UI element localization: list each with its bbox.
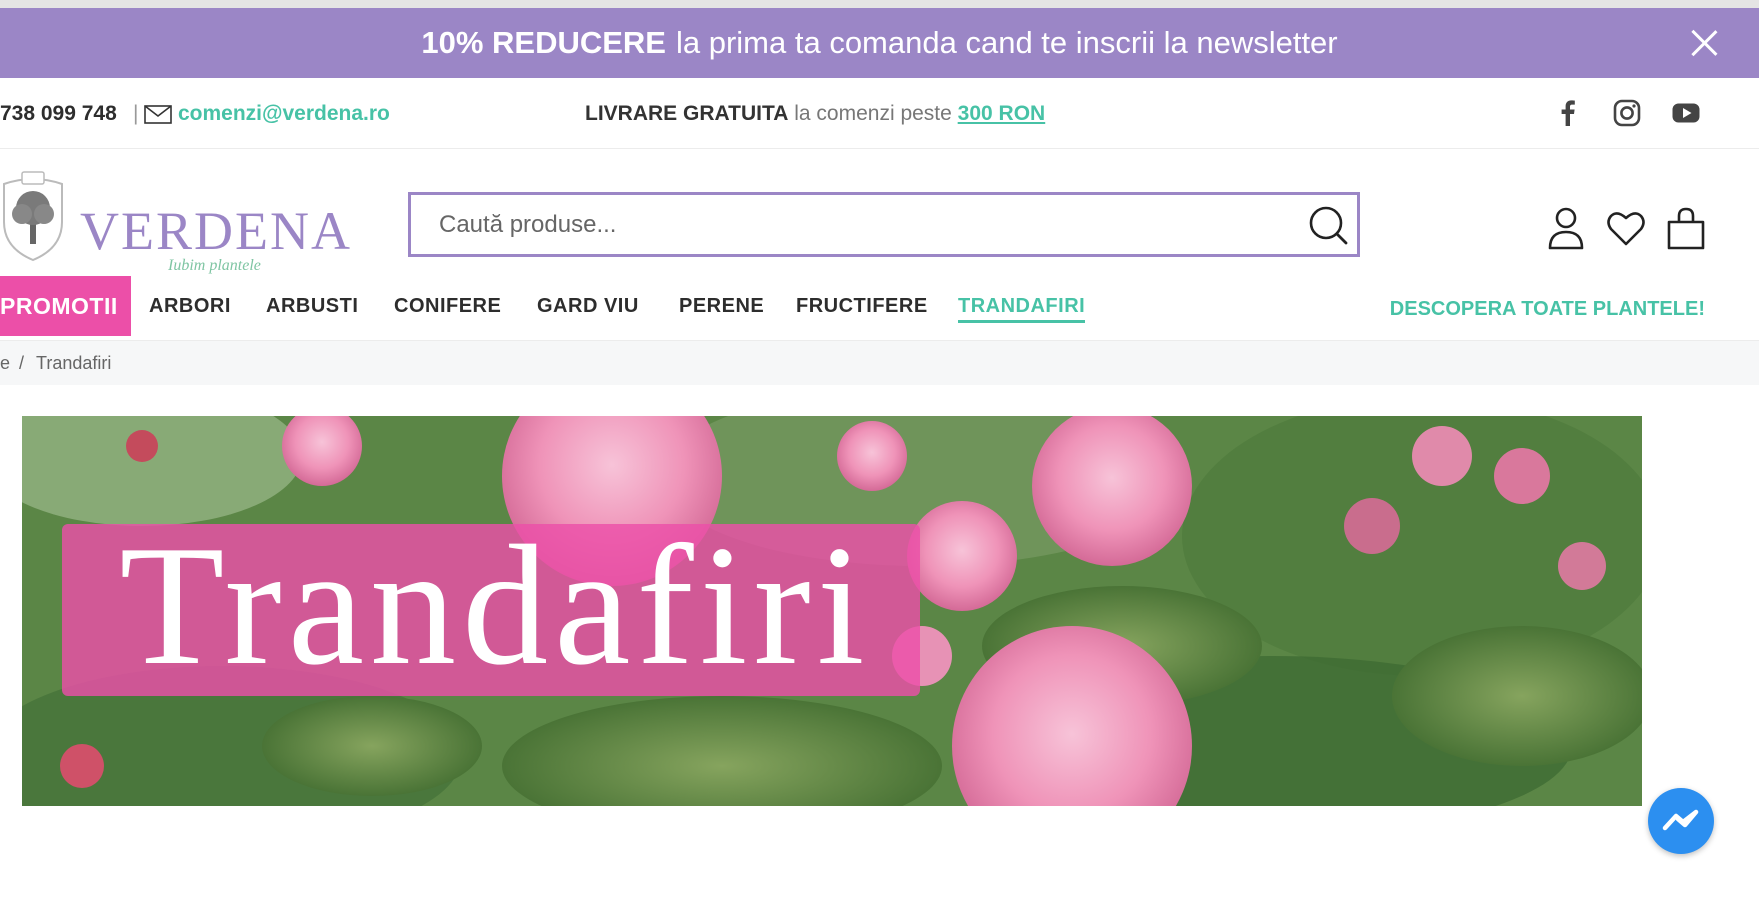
nav-item-arbusti[interactable]: ARBUSTI [266,276,358,336]
nav-item-fructifere[interactable]: FRUCTIFERE [796,276,928,336]
logo-wordmark: VERDENA [80,201,352,261]
nav-item-arbori[interactable]: ARBORI [149,276,231,336]
newsletter-promo-banner: 10% REDUCERE la prima ta comanda cand te… [0,8,1759,78]
category-hero-banner: Trandafiri [22,416,1642,806]
user-icon[interactable] [1546,206,1586,250]
shipping-bold: LIVRARE GRATUITA [585,102,789,125]
search-box [408,192,1360,257]
phone-number[interactable]: 738 099 748 [0,102,117,126]
breadcrumb-current: Trandafiri [36,353,112,373]
nav-item-trandafiri[interactable]: TRANDAFIRI [958,276,1086,336]
messenger-icon [1662,809,1699,831]
facebook-icon[interactable] [1553,98,1583,128]
free-shipping-info: LIVRARE GRATUITA la comenzi peste 300 RO… [585,102,1045,126]
messenger-chat-button[interactable] [1648,788,1714,854]
search-icon[interactable] [1307,204,1349,246]
info-separator: | [133,102,139,125]
logo-tagline: Iubim plantele [168,257,261,274]
discover-all-plants-link[interactable]: DESCOPERA TOATE PLANTELE! [1390,276,1705,342]
nav-item-gard-viu[interactable]: GARD VIU [537,276,639,336]
shield-tree-icon [3,171,63,262]
promo-strong-text: 10% REDUCERE [421,25,666,60]
bag-icon[interactable] [1666,206,1706,250]
email-link[interactable]: comenzi@verdena.ro [178,102,390,126]
breadcrumb: e / Trandafiri [0,341,1759,385]
heart-icon[interactable] [1606,206,1646,250]
close-icon[interactable] [1689,28,1719,58]
shipping-amount-link[interactable]: 300 RON [958,102,1046,125]
verdena-logo[interactable]: VERDENA Iubim plantele [0,170,360,274]
nav-item-conifere[interactable]: CONIFERE [394,276,501,336]
hero-title: Trandafiri [119,511,871,701]
breadcrumb-separator: / [19,353,25,373]
breadcrumb-home-link[interactable]: e [0,353,10,374]
nav-item-perene[interactable]: PERENE [679,276,764,336]
mail-icon [144,105,172,124]
info-bar: 738 099 748 | comenzi@verdena.ro LIVRARE… [0,78,1759,149]
search-input[interactable] [411,195,1271,254]
promo-text: la prima ta comanda cand te inscrii la n… [675,25,1338,60]
site-header: VERDENA Iubim plantele [0,150,1759,275]
instagram-icon[interactable] [1612,98,1642,128]
shipping-text: la comenzi peste [794,102,952,125]
browser-top-edge [0,0,1759,8]
nav-item-promotii[interactable]: PROMOTII [0,276,131,336]
main-navigation: PROMOTII ARBORI ARBUSTI CONIFERE GARD VI… [0,276,1759,341]
youtube-icon[interactable] [1671,98,1701,128]
